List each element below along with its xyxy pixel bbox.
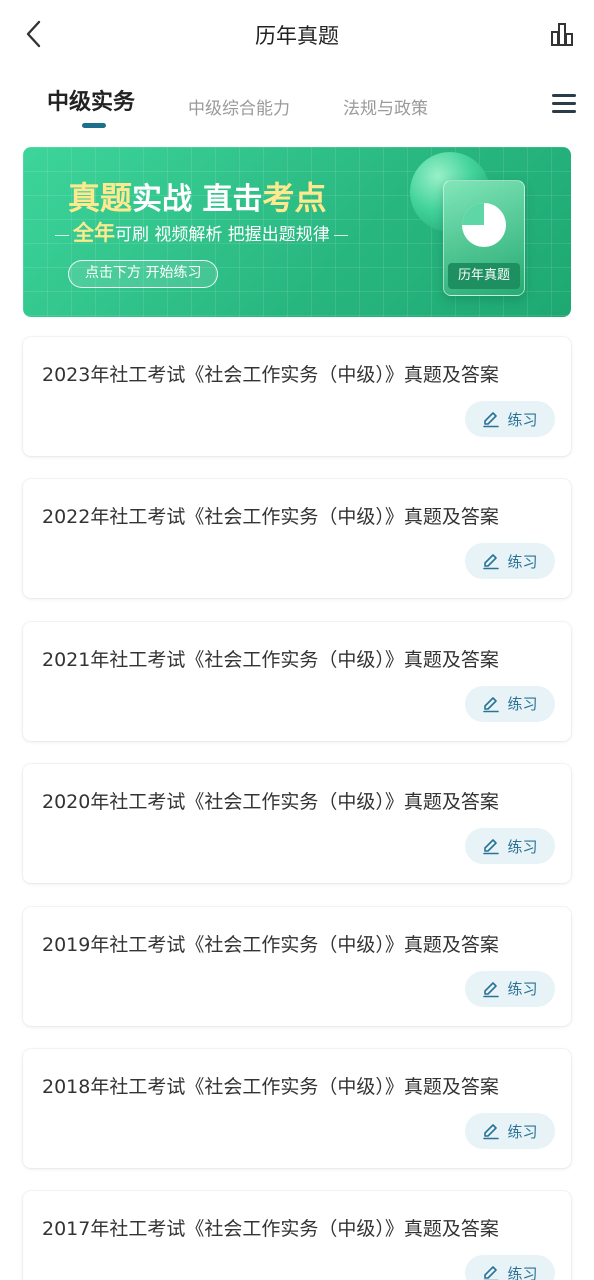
promo-banner[interactable]: 真题实战 直击考点 全年可刷 视频解析 把握出题规律 点击下方 开始练习 历年真… bbox=[23, 147, 571, 317]
practice-label: 练习 bbox=[507, 837, 538, 856]
pie-chart-icon bbox=[462, 203, 506, 247]
exam-title: 2022年社工考试《社会工作实务（中级）》真题及答案 bbox=[42, 506, 499, 529]
stats-button[interactable] bbox=[542, 14, 582, 54]
book-label: 历年真题 bbox=[448, 263, 520, 289]
exam-card[interactable]: 2020年社工考试《社会工作实务（中级）》真题及答案练习 bbox=[23, 764, 571, 884]
tab-intermediate-comprehensive[interactable]: 中级综合能力 bbox=[188, 94, 290, 138]
practice-label: 练习 bbox=[507, 980, 538, 999]
menu-button[interactable] bbox=[546, 88, 576, 118]
practice-button[interactable]: 练习 bbox=[465, 1255, 555, 1280]
bar-chart-icon bbox=[551, 23, 573, 46]
tab-regulations-policy[interactable]: 法规与政策 bbox=[343, 94, 428, 138]
practice-button[interactable]: 练习 bbox=[465, 1113, 555, 1149]
past-exams-book: 历年真题 bbox=[443, 180, 525, 296]
exam-card[interactable]: 2018年社工考试《社会工作实务（中级）》真题及答案练习 bbox=[23, 1049, 571, 1168]
pencil-icon bbox=[483, 554, 500, 570]
practice-button[interactable]: 练习 bbox=[465, 970, 555, 1007]
banner-headline: 真题实战 直击考点 bbox=[68, 179, 327, 217]
category-tabs: 中级实务 中级综合能力 法规与政策 bbox=[0, 78, 594, 134]
exam-title: 2018年社工考试《社会工作实务（中级）》真题及答案 bbox=[42, 1076, 499, 1098]
pencil-icon bbox=[483, 981, 500, 997]
pencil-icon bbox=[483, 839, 500, 855]
page-title: 历年真题 bbox=[255, 24, 339, 48]
practice-button[interactable]: 练习 bbox=[465, 828, 555, 865]
start-practice-button[interactable]: 点击下方 开始练习 bbox=[68, 260, 219, 288]
pencil-icon bbox=[483, 1124, 500, 1140]
exam-card[interactable]: 2019年社工考试《社会工作实务（中级）》真题及答案练习 bbox=[23, 906, 571, 1026]
practice-button[interactable]: 练习 bbox=[465, 543, 555, 580]
banner-subline: 全年可刷 视频解析 把握出题规律 bbox=[51, 217, 352, 247]
exam-card[interactable]: 2022年社工考试《社会工作实务（中级）》真题及答案练习 bbox=[23, 479, 571, 599]
practice-label: 练习 bbox=[507, 695, 538, 714]
practice-label: 练习 bbox=[507, 1264, 538, 1280]
exam-card[interactable]: 2017年社工考试《社会工作实务（中级）》真题及答案练习 bbox=[23, 1191, 571, 1280]
practice-label: 练习 bbox=[507, 410, 538, 429]
exam-title: 2017年社工考试《社会工作实务（中级）》真题及答案 bbox=[42, 1218, 499, 1241]
exam-title: 2020年社工考试《社会工作实务（中级）》真题及答案 bbox=[42, 791, 499, 814]
pencil-icon bbox=[484, 1266, 498, 1280]
active-tab-indicator bbox=[82, 123, 106, 128]
menu-icon bbox=[552, 93, 576, 97]
exam-title: 2023年社工考试《社会工作实务（中级）》真题及答案 bbox=[42, 364, 499, 386]
exam-title: 2021年社工考试《社会工作实务（中级）》真题及答案 bbox=[42, 648, 499, 671]
pencil-icon bbox=[483, 696, 500, 713]
exam-card[interactable]: 2023年社工考试《社会工作实务（中级）》真题及答案练习 bbox=[23, 337, 571, 456]
practice-label: 练习 bbox=[507, 1122, 538, 1141]
practice-label: 练习 bbox=[507, 552, 538, 571]
exam-card[interactable]: 2021年社工考试《社会工作实务（中级）》真题及答案练习 bbox=[23, 621, 571, 741]
pencil-icon bbox=[483, 412, 500, 428]
exam-title: 2019年社工考试《社会工作实务（中级）》真题及答案 bbox=[42, 933, 499, 956]
tab-intermediate-practice[interactable]: 中级实务 bbox=[47, 84, 135, 128]
header: 历年真题 bbox=[0, 0, 594, 70]
practice-button[interactable]: 练习 bbox=[465, 685, 555, 722]
practice-button[interactable]: 练习 bbox=[465, 401, 555, 437]
